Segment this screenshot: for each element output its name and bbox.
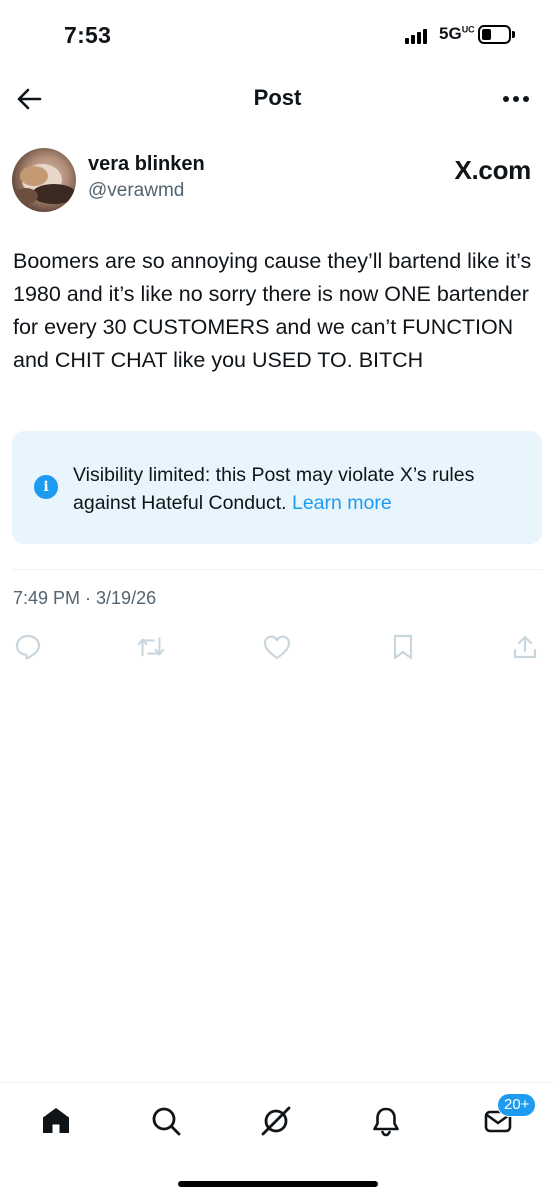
home-icon [43, 1108, 69, 1133]
repost-icon [137, 637, 165, 657]
signal-strength-icon [405, 28, 431, 44]
like-button[interactable] [262, 632, 292, 662]
bookmark-button[interactable] [388, 632, 418, 662]
divider [12, 569, 542, 570]
nav-grok[interactable] [256, 1101, 296, 1141]
avatar-photo [14, 164, 76, 204]
share-icon [513, 635, 537, 659]
messages-badge: 20+ [497, 1093, 537, 1117]
post-actions [0, 632, 555, 666]
source-label: X.com [454, 155, 531, 185]
page-title: Post [253, 85, 302, 110]
post-header: Post [0, 72, 555, 124]
nav-notifications[interactable] [366, 1101, 406, 1141]
more-options-button[interactable] [499, 82, 533, 116]
nav-home[interactable] [36, 1101, 76, 1141]
notice-text: Visibility limited: this Post may violat… [73, 461, 528, 517]
status-bar: 7:53 5GUC [0, 0, 555, 72]
search-icon [152, 1107, 181, 1136]
reply-button[interactable] [13, 632, 43, 662]
battery-icon [478, 25, 511, 44]
post-timestamp: 7:49 PM · 3/19/26 [13, 588, 157, 608]
author-display-name[interactable]: vera blinken [88, 153, 205, 176]
learn-more-link[interactable]: Learn more [292, 492, 392, 514]
notifications-icon [373, 1107, 399, 1137]
ellipsis-icon [503, 96, 529, 102]
reply-icon [15, 634, 41, 660]
home-indicator[interactable] [178, 1181, 378, 1187]
share-button[interactable] [510, 632, 540, 662]
author-handle[interactable]: @verawmd [88, 180, 184, 202]
visibility-notice: i Visibility limited: this Post may viol… [12, 431, 542, 544]
battery-cap [512, 31, 515, 38]
info-icon: i [34, 475, 58, 499]
network-label: 5GUC [439, 24, 475, 43]
nav-search[interactable] [146, 1101, 186, 1141]
status-time: 7:53 [64, 22, 112, 48]
like-icon [263, 635, 291, 660]
notice-message: Visibility limited: this Post may violat… [73, 464, 475, 514]
post-text: Boomers are so annoying cause they’ll ba… [13, 249, 532, 372]
repost-button[interactable] [136, 632, 166, 662]
bookmark-icon [393, 634, 413, 660]
avatar[interactable] [12, 148, 76, 212]
grok-icon [261, 1106, 291, 1136]
